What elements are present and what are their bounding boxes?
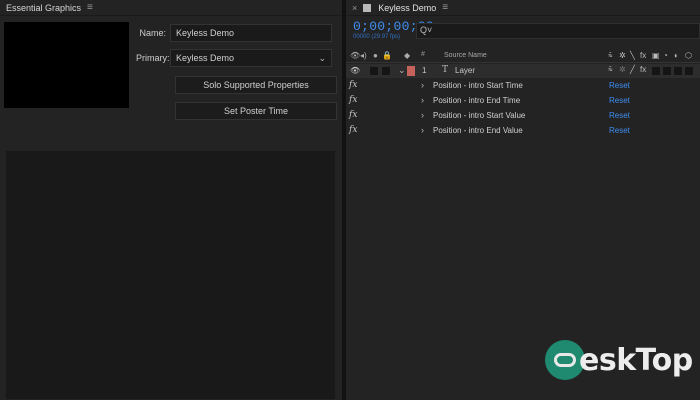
chevron-down-icon: ⌄ <box>318 53 326 63</box>
motion-blur-icon[interactable]: ◔ <box>663 51 668 60</box>
essential-properties-area[interactable] <box>5 150 336 400</box>
layer-3d-switch[interactable] <box>685 67 693 75</box>
frame-blend-icon[interactable]: ▣ <box>652 51 660 60</box>
layer-number-header: # <box>421 51 425 58</box>
effect-name[interactable]: Position - intro Start Value <box>433 111 525 120</box>
panel-menu-icon[interactable]: ≡ <box>87 2 93 13</box>
effect-row[interactable]: fx › Position - intro End Value Reset <box>346 124 700 138</box>
watermark: eskTop <box>545 340 693 380</box>
quality-icon[interactable]: ╲ <box>630 51 635 60</box>
layer-fx-switch[interactable]: fx <box>640 65 646 74</box>
collapse-icon[interactable]: ✲ <box>619 51 626 60</box>
fx-icon[interactable]: fx <box>349 95 357 105</box>
name-input[interactable]: Keyless Demo <box>170 24 332 42</box>
effect-name[interactable]: Position - intro End Time <box>433 96 520 105</box>
effect-name[interactable]: Position - intro End Value <box>433 126 523 135</box>
fx-switch-icon[interactable]: fx <box>640 51 646 60</box>
adjustment-icon[interactable]: ◐ <box>674 51 679 60</box>
timeline-tab-title: Keyless Demo <box>378 2 437 13</box>
layer-row[interactable]: 👁 ⌄ 1 T Layer ⩯ ✲ ╱ fx <box>346 64 700 78</box>
chevron-down-icon[interactable]: ⌄ <box>398 65 406 76</box>
reset-link[interactable]: Reset <box>609 81 630 90</box>
lock-icon[interactable]: 🔒 <box>382 51 392 60</box>
timeline-column-header: 👁 ◂) ● 🔒 ◆ # Source Name ⩯ ✲ ╲ fx ▣ ◔ ◐ … <box>346 49 700 63</box>
chevron-right-icon[interactable]: › <box>421 80 424 90</box>
name-label: Name: <box>139 28 166 38</box>
layer-search-input[interactable]: Q˅ <box>416 23 700 39</box>
layer-quality-switch[interactable]: ╱ <box>630 65 635 74</box>
text-layer-icon: T <box>442 65 449 75</box>
frame-rate-display: 00000 (29.97 fps) <box>353 34 401 40</box>
chevron-right-icon[interactable]: › <box>421 95 424 105</box>
layer-motion-blur-switch[interactable] <box>663 67 671 75</box>
effect-row[interactable]: fx › Position - intro End Time Reset <box>346 94 700 108</box>
primary-select-value: Keyless Demo <box>176 53 235 63</box>
essential-graphics-panel: Essential Graphics ≡ Name: Keyless Demo … <box>0 0 342 400</box>
fx-icon[interactable]: fx <box>349 125 357 135</box>
reset-link[interactable]: Reset <box>609 111 630 120</box>
primary-row: Primary: Keyless Demo ⌄ <box>136 49 332 67</box>
tab-menu-icon[interactable]: ≡ <box>442 2 448 13</box>
timeline-tab[interactable]: × Keyless Demo ≡ <box>346 0 700 16</box>
visibility-eye-icon[interactable]: 👁 <box>350 66 360 75</box>
layer-adjustment-switch[interactable] <box>674 67 682 75</box>
chevron-right-icon[interactable]: › <box>421 125 424 135</box>
reset-link[interactable]: Reset <box>609 96 630 105</box>
watermark-text: eskTop <box>579 342 693 378</box>
search-icon: Q˅ <box>420 25 433 35</box>
effect-row[interactable]: fx › Position - intro Start Value Reset <box>346 109 700 123</box>
effect-row[interactable]: fx › Position - intro Start Time Reset <box>346 79 700 93</box>
primary-label: Primary: <box>136 53 170 63</box>
solo-supported-properties-button[interactable]: Solo Supported Properties <box>175 76 337 94</box>
eye-icon[interactable]: 👁 <box>350 51 360 60</box>
essential-graphics-header: Essential Graphics ≡ <box>0 0 342 16</box>
name-row: Name: Keyless Demo <box>136 24 332 42</box>
shy-icon[interactable]: ⩯ <box>608 51 613 61</box>
3d-layer-icon[interactable]: ⬡ <box>685 51 692 60</box>
layer-frame-blend-switch[interactable] <box>652 67 660 75</box>
layer-number: 1 <box>422 66 427 75</box>
layer-name[interactable]: Layer <box>455 66 475 75</box>
fx-icon[interactable]: fx <box>349 110 357 120</box>
chevron-right-icon[interactable]: › <box>421 110 424 120</box>
close-icon[interactable]: × <box>352 3 357 13</box>
composition-icon <box>363 3 372 12</box>
poster-frame-preview <box>4 22 129 108</box>
fx-icon[interactable]: fx <box>349 80 357 90</box>
audio-toggle[interactable] <box>370 67 378 75</box>
lock-toggle[interactable] <box>382 67 390 75</box>
source-name-header[interactable]: Source Name <box>444 52 487 59</box>
panel-title: Essential Graphics <box>6 2 82 13</box>
solo-icon[interactable]: ● <box>373 51 378 60</box>
effect-name[interactable]: Position - intro Start Time <box>433 81 523 90</box>
reset-link[interactable]: Reset <box>609 126 630 135</box>
layer-label-color[interactable] <box>407 66 415 76</box>
audio-icon[interactable]: ◂) <box>360 51 367 60</box>
layer-collapse-switch[interactable]: ✲ <box>619 65 626 74</box>
label-tag-icon[interactable]: ◆ <box>404 51 410 60</box>
primary-select[interactable]: Keyless Demo ⌄ <box>170 49 332 67</box>
set-poster-time-button[interactable]: Set Poster Time <box>175 102 337 120</box>
layer-shy-switch[interactable]: ⩯ <box>608 65 613 75</box>
